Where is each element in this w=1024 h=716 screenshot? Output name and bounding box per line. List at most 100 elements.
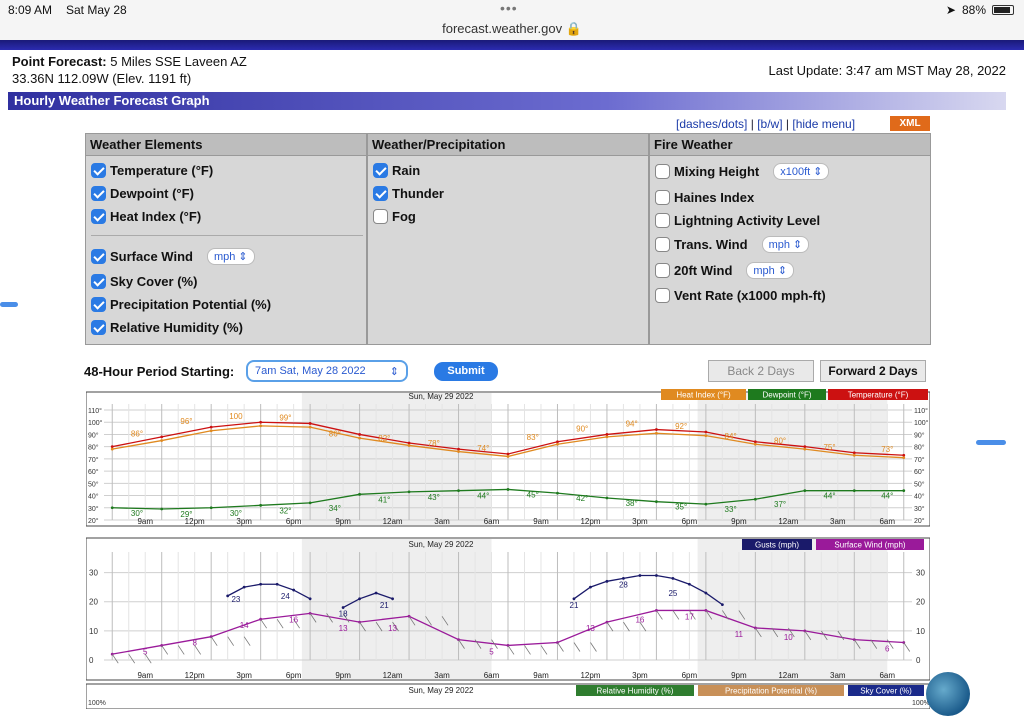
temp-data-label: 73° — [881, 445, 893, 454]
option-label: Lightning Activity Level — [674, 213, 821, 228]
checkbox-vent-rate[interactable] — [655, 288, 670, 303]
checkbox-trans-wind[interactable] — [655, 237, 670, 252]
x-tick-label: 12am — [778, 671, 798, 680]
checkbox-fog[interactable] — [373, 209, 388, 224]
option-label: Dewpoint (°F) — [110, 186, 194, 201]
browser-more-dots-icon[interactable]: ••• — [500, 0, 518, 16]
checkbox-precip-potential[interactable] — [91, 297, 106, 312]
y-tick-label-left: 100% — [88, 700, 106, 707]
option-haines-index[interactable]: Haines Index — [655, 190, 754, 205]
option-heat-index[interactable]: Heat Index (°F) — [91, 209, 201, 224]
temp-data-label: 99° — [279, 413, 291, 422]
temp-data-label: 80° — [774, 437, 786, 446]
option-temperature[interactable]: Temperature (°F) — [91, 163, 213, 178]
series-temperature-point — [259, 420, 263, 424]
wind-data-label: 17 — [685, 612, 694, 621]
option-relative-humidity[interactable]: Relative Humidity (%) — [91, 320, 243, 335]
submit-button[interactable]: Submit — [434, 362, 498, 381]
x-tick-label: 9am — [533, 671, 549, 680]
option-lightning[interactable]: Lightning Activity Level — [655, 213, 820, 228]
option-vent-rate[interactable]: Vent Rate (x1000 mph-ft) — [655, 288, 826, 303]
series-heat-point — [110, 447, 114, 451]
checkbox-mixing-height[interactable] — [655, 164, 670, 179]
series-gusts-point — [275, 582, 279, 586]
trans-wind-unit-select[interactable]: mph ⇕ — [761, 236, 810, 253]
wind-data-label: 6 — [885, 645, 890, 654]
night-band — [697, 539, 888, 679]
y-tick-label-left: 110° — [88, 407, 102, 415]
option-label: Temperature (°F) — [110, 163, 214, 178]
gust-data-label: 24 — [281, 592, 290, 601]
mixing-height-unit-select[interactable]: x100ft ⇕ — [773, 163, 830, 180]
wind-data-label: 5 — [143, 647, 148, 656]
y-tick-label-left: 30 — [89, 569, 98, 578]
y-tick-label-left: 100° — [88, 419, 103, 427]
y-tick-label-right: 70° — [914, 456, 925, 464]
series-gusts-point — [671, 577, 675, 580]
x-tick-label: 3am — [434, 517, 450, 526]
series-heat-point — [160, 439, 164, 442]
option-trans-wind[interactable]: Trans. Wind mph ⇕ — [655, 236, 810, 253]
fire-weather-title: Fire Weather — [650, 134, 930, 156]
checkbox-thunder[interactable] — [373, 186, 388, 201]
display-links: [dashes/dots] | [b/w] | [hide menu] — [676, 117, 855, 131]
checkbox-surface-wind[interactable] — [91, 249, 106, 264]
temp-data-label: 90° — [576, 424, 588, 433]
floating-app-icon[interactable] — [926, 672, 970, 716]
series-temperature-point — [160, 435, 164, 439]
option-surface-wind[interactable]: Surface Wind mph ⇕ — [91, 248, 255, 265]
series-gusts-point — [605, 579, 609, 583]
dewpoint-data-label: 45° — [527, 490, 539, 499]
gust-data-label: 21 — [380, 601, 389, 610]
series-temperature-point — [556, 440, 559, 444]
dewpoint-data-label: 35° — [675, 503, 687, 512]
address-bar[interactable]: forecast.weather.gov 🔒 — [0, 21, 1024, 37]
series-gusts-point — [358, 597, 361, 601]
series-dewpoint-point — [457, 489, 460, 493]
checkbox-relative-humidity[interactable] — [91, 320, 106, 335]
20ft-wind-unit-select[interactable]: mph ⇕ — [746, 262, 795, 279]
x-tick-label: 12pm — [185, 671, 205, 680]
series-dewpoint-point — [160, 507, 164, 511]
option-sky-cover[interactable]: Sky Cover (%) — [91, 274, 197, 289]
series-dewpoint-point — [655, 500, 658, 504]
option-thunder[interactable]: Thunder — [373, 186, 444, 201]
option-label: Thunder — [392, 186, 444, 201]
y-tick-label-right: 10 — [916, 627, 925, 636]
checkbox-haines-index[interactable] — [655, 190, 670, 205]
y-tick-label-left: 60° — [88, 468, 99, 476]
series-dewpoint-point — [259, 503, 263, 507]
forecast-graph: 110° 110° 100° 100° 90° 90° 80° 80° 70° 70° 60° 60°… — [86, 388, 930, 709]
checkbox-lightning[interactable] — [655, 213, 670, 228]
checkbox-20ft-wind[interactable] — [655, 263, 670, 278]
option-precip-potential[interactable]: Precipitation Potential (%) — [91, 297, 271, 312]
option-20ft-wind[interactable]: 20ft Wind mph ⇕ — [655, 262, 795, 279]
checkbox-rain[interactable] — [373, 163, 388, 178]
series-temperature-point — [457, 447, 460, 451]
checkbox-temperature[interactable] — [91, 163, 106, 178]
bw-link[interactable]: [b/w] — [757, 117, 782, 131]
forward-2-days-button[interactable]: Forward 2 Days — [820, 360, 926, 382]
series-gusts-point — [655, 574, 658, 577]
checkbox-sky-cover[interactable] — [91, 274, 106, 289]
hide-menu-link[interactable]: [hide menu] — [792, 117, 855, 131]
option-fog[interactable]: Fog — [373, 209, 416, 224]
surface-wind-unit-select[interactable]: mph ⇕ — [206, 248, 255, 265]
checkbox-dewpoint[interactable] — [91, 186, 106, 201]
series-dewpoint-point — [110, 506, 114, 510]
option-mixing-height[interactable]: Mixing Height x100ft ⇕ — [655, 163, 830, 180]
series-temperature-point — [753, 440, 757, 444]
chevron-updown-icon: ⇕ — [389, 366, 399, 378]
legend-label: Precipitation Potential (%) — [725, 687, 817, 696]
checkbox-heat-index[interactable] — [91, 209, 106, 224]
series-dewpoint-point — [506, 488, 510, 491]
back-2-days-button[interactable]: Back 2 Days — [708, 360, 814, 382]
option-rain[interactable]: Rain — [373, 163, 420, 178]
xml-button[interactable]: XML — [890, 116, 930, 131]
period-select[interactable]: 7am Sat, May 28 2022 ⇕ — [246, 360, 408, 382]
temp-data-label: 82° — [378, 434, 390, 443]
option-dewpoint[interactable]: Dewpoint (°F) — [91, 186, 194, 201]
y-tick-label-left: 30° — [88, 505, 99, 513]
option-label: Haines Index — [674, 190, 755, 205]
dashes-dots-link[interactable]: [dashes/dots] — [676, 117, 747, 131]
